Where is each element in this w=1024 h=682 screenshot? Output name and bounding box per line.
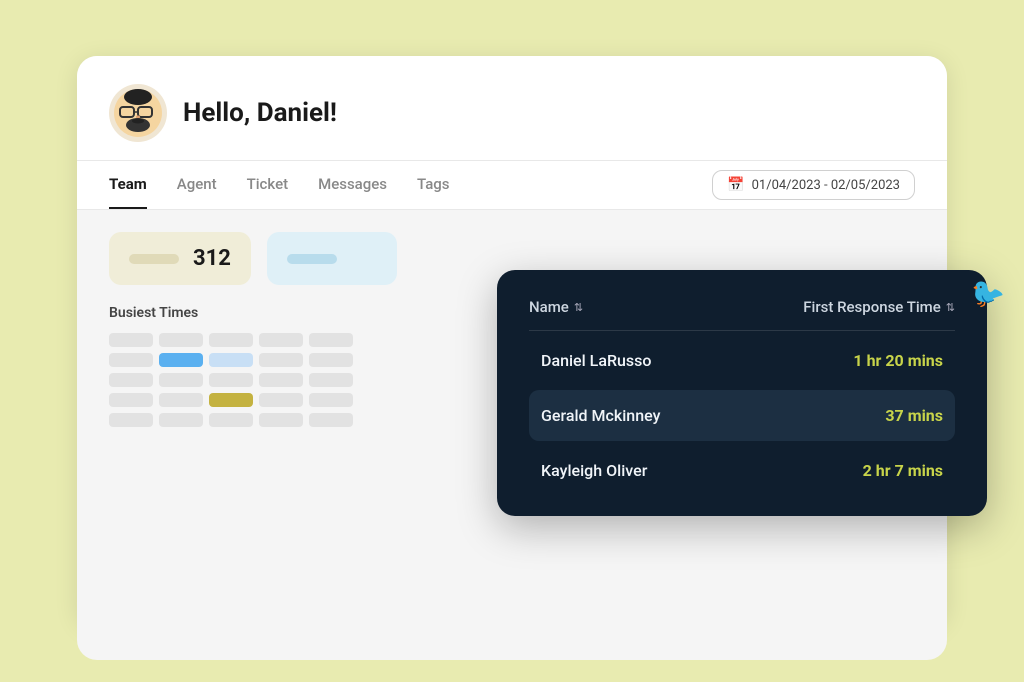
hm-cell [259,413,303,427]
hm-cell [159,333,203,347]
popup-row-gerald: Gerald Mckinney 37 mins [529,390,955,441]
stat-value-yellow: 312 [193,246,231,271]
hm-cell [309,413,353,427]
hm-cell [109,353,153,367]
hm-cell [209,413,253,427]
hm-cell [159,373,203,387]
hm-cell [209,353,253,367]
popup-card: 🐦 Name ⇅ First Response Time ⇅ Daniel La… [497,270,987,516]
avatar [109,84,167,142]
hm-cell [159,413,203,427]
date-filter[interactable]: 📅 01/04/2023 - 02/05/2023 [712,170,915,200]
calendar-icon: 📅 [727,177,744,193]
col-time-label: First Response Time [803,298,941,316]
stat-card-blue [267,232,397,285]
tab-team[interactable]: Team [109,161,147,209]
hm-cell [159,393,203,407]
hm-cell [209,373,253,387]
agent-time-gerald: 37 mins [885,406,943,425]
tab-ticket[interactable]: Ticket [247,161,289,209]
hm-cell [109,333,153,347]
col-name-label: Name [529,298,569,316]
sort-icon-time[interactable]: ⇅ [946,301,955,314]
hm-cell [109,373,153,387]
sort-icon-name[interactable]: ⇅ [574,301,583,314]
popup-col-time: First Response Time ⇅ [803,298,955,316]
agent-name-daniel: Daniel LaRusso [541,351,651,370]
hm-cell [259,373,303,387]
agent-time-kayleigh: 2 hr 7 mins [863,461,943,480]
hm-cell [159,353,203,367]
popup-row-daniel: Daniel LaRusso 1 hr 20 mins [529,335,955,386]
tab-tags[interactable]: Tags [417,161,449,209]
hm-cell [309,373,353,387]
nav-tabs: Team Agent Ticket Messages Tags 📅 01/04/… [77,161,947,210]
agent-time-daniel: 1 hr 20 mins [853,351,943,370]
main-card: Hello, Daniel! Team Agent Ticket Message… [77,56,947,626]
hm-cell [259,333,303,347]
greeting-text: Hello, Daniel! [183,98,337,128]
stat-card-yellow: 312 [109,232,251,285]
popup-row-kayleigh: Kayleigh Oliver 2 hr 7 mins [529,445,955,496]
main-content: 312 Busiest Times [77,210,947,660]
hm-cell [309,353,353,367]
popup-col-name: Name ⇅ [529,298,583,316]
hm-cell [259,393,303,407]
hm-cell [109,393,153,407]
hm-cell [309,333,353,347]
hm-cell [259,353,303,367]
stat-label-bar-yellow [129,254,179,264]
hm-cell [209,393,253,407]
hm-cell [109,413,153,427]
agent-name-kayleigh: Kayleigh Oliver [541,461,647,480]
hm-cell [209,333,253,347]
bird-decoration: 🐦 [966,274,1008,315]
header: Hello, Daniel! [77,56,947,161]
hm-cell [309,393,353,407]
tab-messages[interactable]: Messages [318,161,387,209]
popup-header-row: Name ⇅ First Response Time ⇅ [529,298,955,331]
agent-name-gerald: Gerald Mckinney [541,406,660,425]
date-range-text: 01/04/2023 - 02/05/2023 [752,178,900,193]
stat-label-bar-blue [287,254,337,264]
tab-agent[interactable]: Agent [177,161,217,209]
